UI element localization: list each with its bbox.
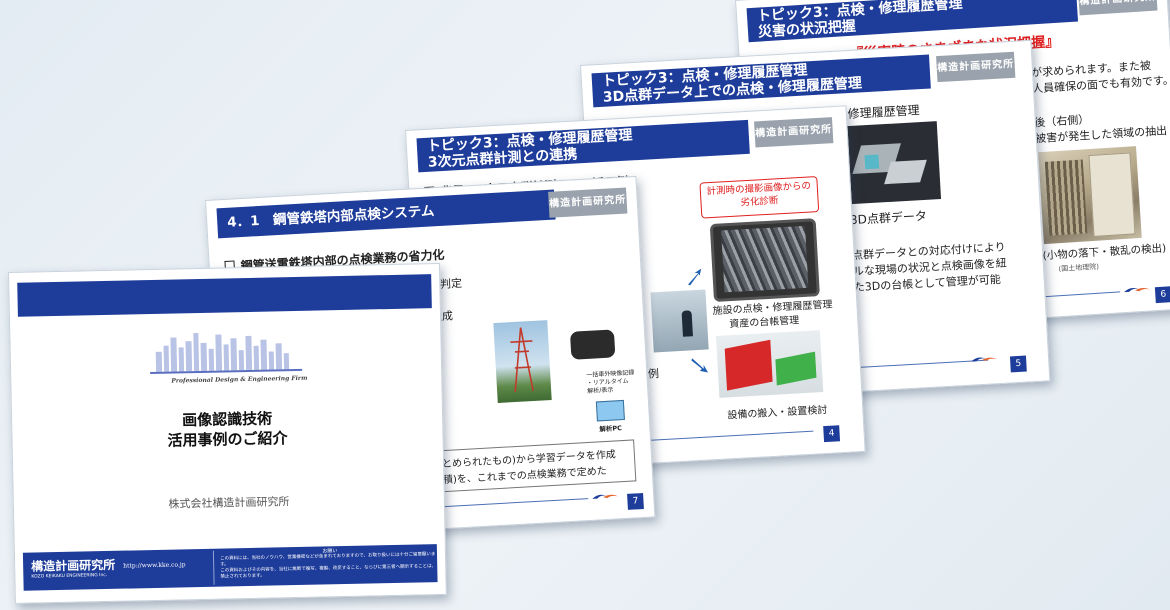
slide-6-room-photo [1038, 146, 1142, 245]
slide-5-label: 3D点群データ [849, 208, 928, 228]
slide-4-logo: 構造計画研究所 [754, 117, 834, 148]
arrow-down-icon [691, 358, 709, 373]
cover-footer-logo-en: KOZO KEIKAKU ENGINEERING Inc. [31, 572, 108, 580]
slide-4-header: トピック3：点検・修理履歴管理 3次元点群計測との連携 [416, 119, 750, 173]
slide-5-header: トピック3：点検・修理履歴管理 3D点群データ上での点検・修理履歴管理 [591, 54, 931, 108]
slide-5-pointcloud-image [844, 121, 942, 205]
slide-7-device-label: 一括車外映像記録 ・リアルタイム 解析/表示 [586, 369, 635, 395]
cover-top-band [17, 274, 432, 317]
cover-slide[interactable]: Professional Design & Engineering Firm 画… [8, 262, 447, 604]
swoosh-icon [592, 494, 619, 499]
slide-4-page-number: 4 [823, 425, 841, 443]
swoosh-icon [971, 357, 998, 362]
slide-6-source: (国土地理院) [1058, 262, 1100, 274]
slide-7-pc-label: 解析PC [599, 424, 623, 434]
slide-7-page-number: 7 [627, 493, 644, 510]
cover-tagline: Professional Design & Engineering Firm [171, 374, 308, 385]
cover-footer-url: http://www.kke.co.jp [123, 561, 186, 570]
slide-4-side-text: 例 [647, 367, 660, 381]
slide-6-caption: (小物の落下・散乱の検出) [1042, 242, 1167, 263]
slide-4-callout-text: 計測時の撮影画像からの劣化診断 [706, 180, 812, 209]
slide-7-laptop-icon [595, 399, 625, 422]
slide-7-tower-photo [493, 320, 552, 403]
slide-4-people-photo [650, 289, 709, 353]
tower-icon [510, 327, 534, 393]
slide-5-page-number: 5 [1009, 355, 1027, 373]
slide-7-header: 4．1 鋼管鉄塔内部点検システム [216, 189, 556, 239]
slide-5-logo: 構造計画研究所 [936, 51, 1016, 83]
slide-7-device-photo [562, 323, 624, 366]
cover-footer-logo: 構造計画研究所 [31, 557, 116, 574]
cover-company: 株式会社構造計画研究所 [168, 495, 290, 511]
cover-footer-band: 構造計画研究所 KOZO KEIKAKU ENGINEERING Inc. ht… [22, 544, 441, 591]
slide-4-tablet-image [709, 218, 820, 303]
skyline-logo-icon [150, 333, 303, 375]
arrow-up-icon [688, 268, 702, 286]
slide-4-callout: 計測時の撮影画像からの劣化診断 [699, 176, 820, 219]
slide-6-logo: 構造計画研究所 [1078, 0, 1158, 16]
slide-4-caption1-line2: 資産の台帳管理 [729, 315, 800, 331]
swoosh-icon [1124, 287, 1150, 293]
slide-4-caption2: 設備の搬入・設置検討 [727, 404, 828, 422]
slide-4-3d-model-image [715, 330, 824, 398]
cover-footer-notice: お願い この資料には、当社のノウハウ、営業機密などが含まれておりますので、お取り… [212, 546, 441, 585]
slide-7-logo: 構造計画研究所 [548, 187, 628, 218]
slide-6-page-number: 6 [1154, 286, 1170, 304]
